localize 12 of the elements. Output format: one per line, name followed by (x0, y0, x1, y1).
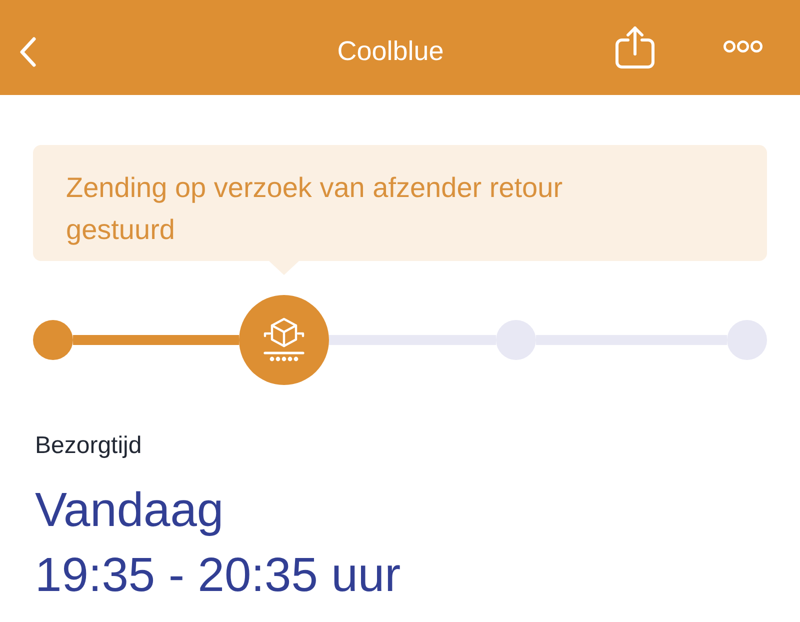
delivery-day: Vandaag (35, 478, 767, 543)
chevron-left-icon (18, 36, 38, 68)
share-button[interactable] (614, 24, 656, 68)
more-icon (723, 40, 763, 53)
notice-text: Zending op verzoek van afzender retour gestuurd (66, 171, 564, 247)
delivery-time-window: 19:35 - 20:35 uur (35, 543, 767, 608)
app-title: Coolblue (337, 34, 444, 68)
share-icon (614, 24, 656, 68)
delivery-time-label: Bezorgtijd (35, 431, 143, 461)
package-conveyor-icon (263, 317, 306, 363)
back-button[interactable] (18, 36, 38, 68)
more-button[interactable] (723, 40, 763, 53)
